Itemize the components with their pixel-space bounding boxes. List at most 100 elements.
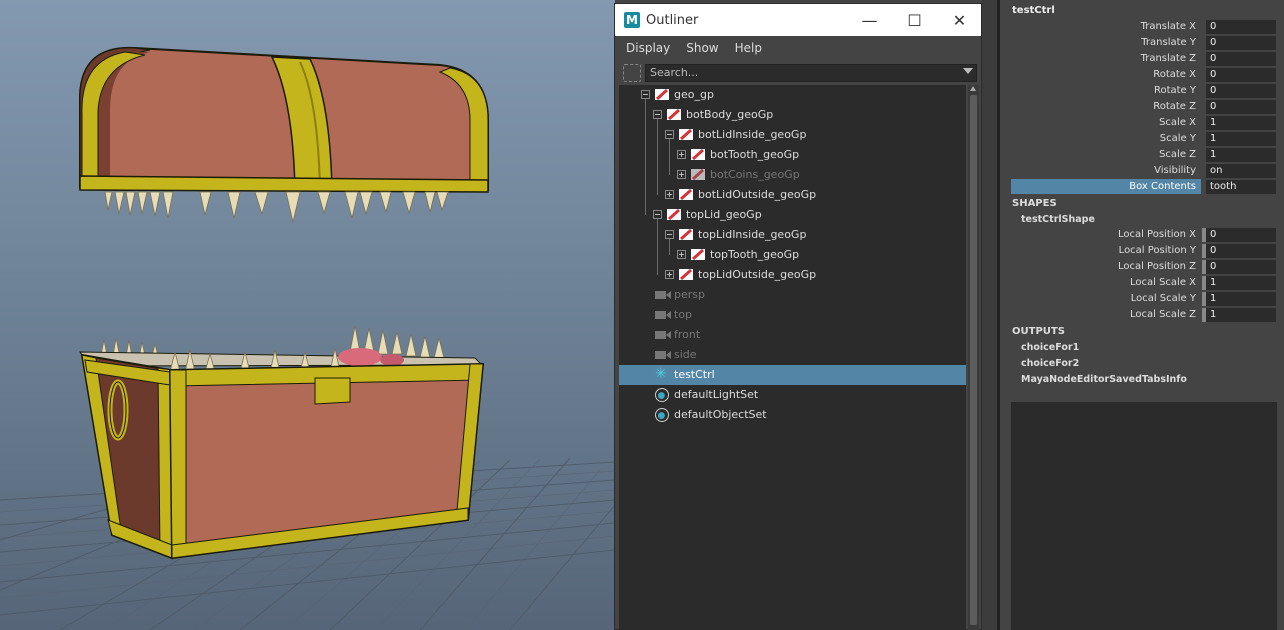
menu-display[interactable]: Display [626, 41, 670, 55]
search-dropdown-icon[interactable] [963, 68, 973, 74]
panel-gap [982, 0, 997, 630]
attr-value-field[interactable]: 1 [1206, 132, 1276, 146]
collapse-icon[interactable] [665, 130, 674, 139]
expand-icon[interactable] [677, 150, 686, 159]
attr-scale-x[interactable]: Scale X1 [1000, 115, 1284, 131]
attr-value-field[interactable]: 0 [1206, 228, 1276, 242]
collapse-icon[interactable] [641, 90, 650, 99]
attr-translate-z[interactable]: Translate Z0 [1000, 51, 1284, 67]
tree-item-geo-gp[interactable]: geo_gp [619, 85, 966, 105]
expand-icon[interactable] [677, 170, 686, 179]
expand-icon[interactable] [665, 190, 674, 199]
group-transform-icon [679, 268, 693, 281]
attr-value-field[interactable]: 0 [1206, 244, 1276, 258]
tree-item-botlidinside[interactable]: botLidInside_geoGp [619, 125, 966, 145]
outliner-tree: geo_gp botBody_geoGp botLidInside_geoGp … [619, 85, 966, 630]
group-transform-icon [691, 168, 705, 181]
group-transform-icon [667, 208, 681, 221]
menu-help[interactable]: Help [735, 41, 762, 55]
group-transform-icon [655, 88, 669, 101]
camera-icon [655, 331, 671, 339]
expand-icon[interactable] [677, 250, 686, 259]
group-transform-icon [691, 148, 705, 161]
attr-value-field[interactable]: 0 [1206, 52, 1276, 66]
outliner-scrollbar[interactable] [968, 85, 979, 630]
attr-value-field[interactable]: on [1206, 164, 1276, 178]
minimize-button[interactable]: — [847, 4, 892, 36]
tree-item-bottooth[interactable]: botTooth_geoGp [619, 145, 966, 165]
tree-item-toplidinside[interactable]: topLidInside_geoGp [619, 225, 966, 245]
output-item[interactable]: MayaNodeEditorSavedTabsInfo [1021, 374, 1187, 385]
attr-translate-x[interactable]: Translate X0 [1000, 19, 1284, 35]
attr-value-field[interactable]: 0 [1206, 84, 1276, 98]
tree-item-toplidoutside[interactable]: topLidOutside_geoGp [619, 265, 966, 285]
outliner-titlebar[interactable]: M Outliner — ☐ ✕ [615, 4, 981, 36]
attr-local-scale-z[interactable]: Local Scale Z1 [1000, 307, 1284, 323]
attr-local-position-x[interactable]: Local Position X0 [1000, 227, 1284, 243]
tree-item-defaultlightset[interactable]: defaultLightSet [619, 385, 966, 405]
output-item[interactable]: choiceFor1 [1021, 342, 1079, 353]
attr-value-field[interactable]: 0 [1206, 100, 1276, 114]
tree-item-top[interactable]: top [619, 305, 966, 325]
attr-rotate-y[interactable]: Rotate Y0 [1000, 83, 1284, 99]
attr-translate-y[interactable]: Translate Y0 [1000, 35, 1284, 51]
collapse-icon[interactable] [653, 210, 662, 219]
outliner-window: M Outliner — ☐ ✕ Display Show Help Searc… [614, 3, 982, 630]
attr-value-field[interactable]: 1 [1206, 116, 1276, 130]
chest-base [79, 325, 485, 560]
attr-local-scale-x[interactable]: Local Scale X1 [1000, 275, 1284, 291]
attr-local-position-z[interactable]: Local Position Z0 [1000, 259, 1284, 275]
attr-box-contents[interactable]: Box Contents tooth [1000, 179, 1284, 195]
expand-icon[interactable] [665, 270, 674, 279]
attr-rotate-x[interactable]: Rotate X0 [1000, 67, 1284, 83]
scroll-up-icon[interactable] [970, 86, 976, 91]
attr-value-field[interactable]: 1 [1206, 292, 1276, 306]
tree-item-defaultobjectset[interactable]: defaultObjectSet [619, 405, 966, 425]
attr-value-field[interactable]: 0 [1206, 260, 1276, 274]
filter-icon[interactable] [623, 64, 641, 82]
maximize-button[interactable]: ☐ [892, 4, 937, 36]
attr-local-position-y[interactable]: Local Position Y0 [1000, 243, 1284, 259]
3d-viewport[interactable] [0, 0, 615, 630]
object-set-icon [655, 408, 669, 422]
viewport-scene [0, 46, 615, 630]
tree-item-toplid[interactable]: topLid_geoGp [619, 205, 966, 225]
close-button[interactable]: ✕ [937, 4, 982, 36]
tree-item-botcoins[interactable]: botCoins_geoGp [619, 165, 966, 185]
tree-item-toptooth[interactable]: topTooth_geoGp [619, 245, 966, 265]
control-curve-icon: ✳ [655, 366, 667, 382]
shape-name[interactable]: testCtrlShape [1021, 214, 1095, 225]
tree-item-side[interactable]: side [619, 345, 966, 365]
tree-item-front[interactable]: front [619, 325, 966, 345]
attr-scale-z[interactable]: Scale Z1 [1000, 147, 1284, 163]
scrollbar-thumb[interactable] [970, 95, 977, 625]
window-title: Outliner [646, 12, 699, 28]
attr-value-field[interactable]: 0 [1206, 20, 1276, 34]
group-transform-icon [679, 228, 693, 241]
group-transform-icon [679, 128, 693, 141]
attr-rotate-z[interactable]: Rotate Z0 [1000, 99, 1284, 115]
shapes-header: SHAPES [1012, 198, 1057, 209]
attr-value-field[interactable]: 0 [1206, 36, 1276, 50]
attr-value-field[interactable]: 1 [1206, 148, 1276, 162]
output-item[interactable]: choiceFor2 [1021, 358, 1079, 369]
layer-editor-area[interactable] [1011, 402, 1277, 630]
attr-value-field[interactable]: 1 [1206, 308, 1276, 322]
collapse-icon[interactable] [665, 230, 674, 239]
tree-item-botlidoutside[interactable]: botLidOutside_geoGp [619, 185, 966, 205]
menu-show[interactable]: Show [686, 41, 718, 55]
attr-value-field[interactable]: 1 [1206, 276, 1276, 290]
attr-visibility[interactable]: Visibility on [1000, 163, 1284, 179]
object-set-icon [655, 388, 669, 402]
group-transform-icon [691, 248, 705, 261]
attr-scale-y[interactable]: Scale Y1 [1000, 131, 1284, 147]
tree-item-botbody[interactable]: botBody_geoGp [619, 105, 966, 125]
tree-item-persp[interactable]: persp [619, 285, 966, 305]
attr-local-scale-y[interactable]: Local Scale Y1 [1000, 291, 1284, 307]
tree-item-testctrl[interactable]: ✳ testCtrl [619, 365, 966, 385]
attr-value-field[interactable]: 0 [1206, 68, 1276, 82]
attr-value-field[interactable]: tooth [1206, 180, 1276, 194]
collapse-icon[interactable] [653, 110, 662, 119]
search-input[interactable]: Search... [645, 64, 977, 82]
outputs-header: OUTPUTS [1012, 326, 1065, 337]
